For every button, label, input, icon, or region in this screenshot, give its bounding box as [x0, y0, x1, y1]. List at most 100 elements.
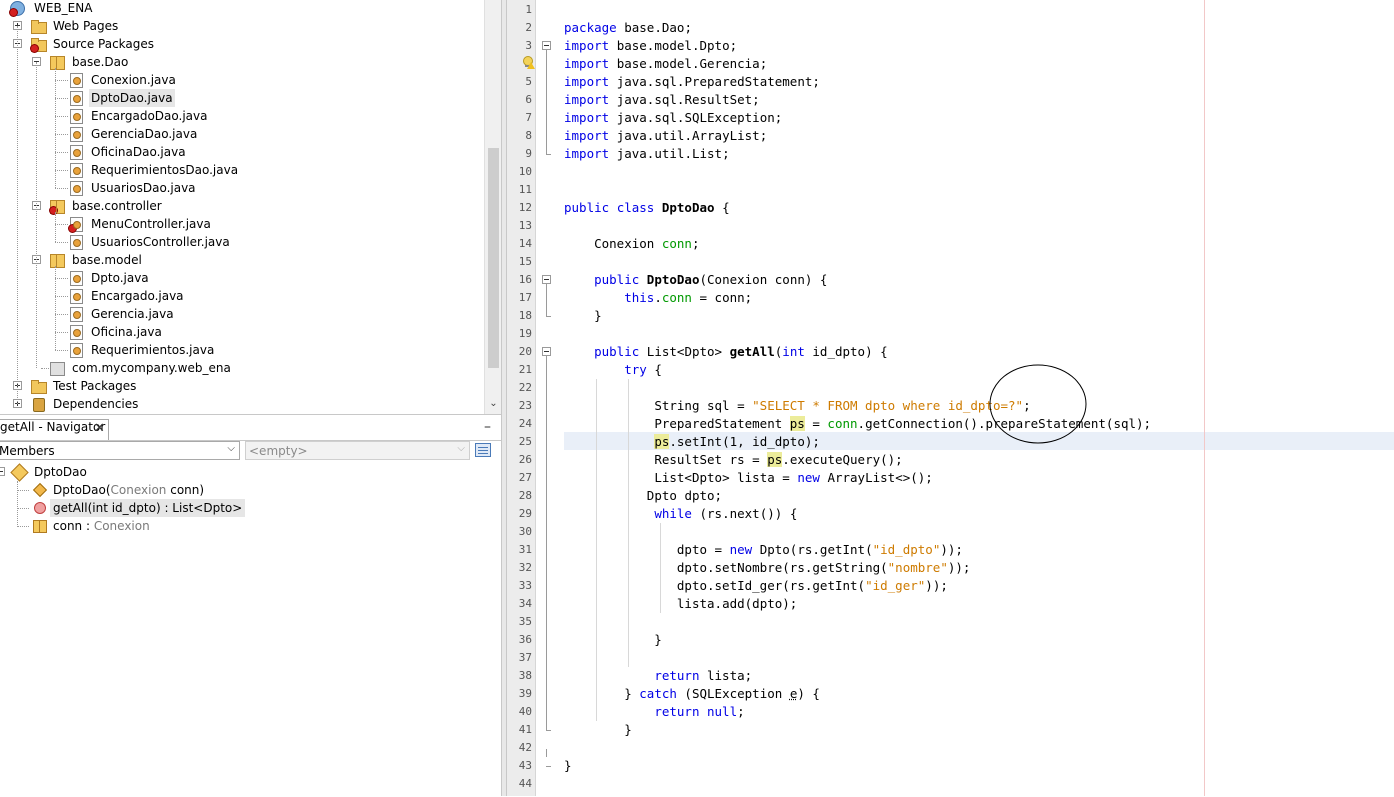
line-number: 28 — [518, 489, 532, 502]
tree-item-file[interactable]: OficinaDao.java — [0, 143, 484, 161]
projects-scrollbar-thumb[interactable] — [488, 148, 499, 368]
code-line[interactable]: dpto.setId_ger(rs.getInt("id_ger")); — [564, 577, 948, 595]
code-line[interactable]: lista.add(dpto); — [564, 595, 797, 613]
tree-item-file[interactable]: EncargadoDao.java — [0, 107, 484, 125]
tree-item-file[interactable]: UsuariosDao.java — [0, 179, 484, 197]
fold-toggle-icon[interactable] — [542, 347, 551, 356]
scroll-down-arrow-icon[interactable]: ⌄ — [488, 398, 499, 409]
code-line[interactable]: import java.util.ArrayList; — [564, 127, 767, 145]
code-editor[interactable]: 1 2 3 4 5 6 7 8 9 10 11 12 13 14 15 16 17 18 19 20 21 22 23 24 2… — [507, 0, 1394, 796]
code-line[interactable]: dpto = new Dpto(rs.getInt("id_dpto")); — [564, 541, 963, 559]
tree-item-file[interactable]: Oficina.java — [0, 323, 484, 341]
navigator-member-label: conn : Conexion — [53, 517, 150, 535]
line-number: 22 — [518, 381, 532, 394]
code-line[interactable]: PreparedStatement ps = conn.getConnectio… — [564, 415, 1151, 433]
code-line[interactable]: ps.setInt(1, id_dpto); — [564, 433, 820, 451]
tree-item-web-pages[interactable]: Web Pages — [0, 17, 484, 35]
code-line[interactable]: this.conn = conn; — [564, 289, 752, 307]
tree-item-file[interactable]: DptoDao.java — [0, 89, 484, 107]
code-token: DptoDao — [646, 272, 700, 287]
line-number-gutter: 1 2 3 4 5 6 7 8 9 10 11 12 13 14 15 16 17 18 19 20 21 22 23 24 2… — [507, 0, 536, 796]
keyword-token: public — [564, 200, 610, 215]
java-file-icon — [68, 126, 84, 142]
code-token: id_dpto — [812, 344, 866, 359]
code-line[interactable]: ResultSet rs = ps.executeQuery(); — [564, 451, 903, 469]
code-line[interactable]: public class DptoDao { — [564, 199, 730, 217]
tree-item-file[interactable]: MenuController.java — [0, 215, 484, 233]
fold-end-marker — [546, 766, 551, 767]
code-token: . — [654, 20, 662, 35]
tree-item-package[interactable]: base.model — [0, 251, 484, 269]
code-line[interactable]: import java.sql.PreparedStatement; — [564, 73, 820, 91]
code-line[interactable]: public DptoDao(Conexion conn) { — [564, 271, 827, 289]
code-line[interactable]: while (rs.next()) { — [564, 505, 797, 523]
code-line[interactable]: import base.model.Gerencia; — [564, 55, 767, 73]
tree-item-file[interactable]: GerenciaDao.java — [0, 125, 484, 143]
code-token: setNombre — [714, 560, 783, 575]
tree-item-package[interactable]: com.mycompany.web_ena — [0, 359, 484, 377]
navigator-settings-icon[interactable] — [475, 443, 491, 457]
tree-item-file[interactable]: Encargado.java — [0, 287, 484, 305]
code-token: sql — [654, 110, 677, 125]
tree-item-dependencies[interactable]: Dependencies — [0, 395, 484, 413]
java-file-icon — [68, 306, 84, 322]
tree-item-file[interactable]: RequerimientosDao.java — [0, 161, 484, 179]
minimize-icon[interactable]: – — [484, 419, 491, 435]
code-line[interactable]: import java.sql.ResultSet; — [564, 91, 760, 109]
fold-toggle-icon[interactable] — [542, 41, 551, 50]
code-line[interactable]: } — [564, 721, 632, 739]
code-token: } — [564, 722, 632, 737]
code-line[interactable]: String sql = "SELECT * FROM dpto where i… — [564, 397, 1030, 415]
code-token: ) { — [797, 686, 820, 701]
tree-item-source-packages[interactable]: Source Packages — [0, 35, 484, 53]
code-line[interactable]: } — [564, 757, 572, 775]
projects-scrollbar[interactable]: ⌄ — [484, 0, 502, 414]
code-line[interactable]: } — [564, 631, 662, 649]
code-line[interactable]: import java.sql.SQLException; — [564, 109, 782, 127]
member-type: Conexion — [110, 483, 167, 497]
java-file-icon — [68, 234, 84, 250]
tree-item-package[interactable]: base.Dao — [0, 53, 484, 71]
tree-item-test-packages[interactable]: Test Packages — [0, 377, 484, 395]
fold-toggle-icon[interactable] — [542, 275, 551, 284]
tree-item-file[interactable]: Requerimientos.java — [0, 341, 484, 359]
members-view-select[interactable]: Members ⌵ — [0, 441, 240, 460]
expand-toggle-icon[interactable] — [0, 467, 5, 476]
fold-end-marker — [546, 154, 551, 155]
tree-item-project[interactable]: WEB_ENA — [0, 0, 484, 17]
code-token: ; — [729, 38, 738, 53]
tree-item-file[interactable]: Gerencia.java — [0, 305, 484, 323]
tree-guide-line — [55, 278, 68, 279]
code-line[interactable]: try { — [564, 361, 662, 379]
code-token: getConnection — [865, 416, 963, 431]
code-line[interactable]: Conexion conn; — [564, 235, 700, 253]
code-token: = — [774, 470, 798, 485]
line-number: 37 — [518, 651, 532, 664]
code-line[interactable]: dpto.setNombre(rs.getString("nombre")); — [564, 559, 971, 577]
code-line[interactable]: import base.model.Dpto; — [564, 37, 737, 55]
tree-item-file[interactable]: UsuariosController.java — [0, 233, 484, 251]
tree-item-file[interactable]: Dpto.java — [0, 269, 484, 287]
tree-item-label: UsuariosController.java — [91, 235, 230, 249]
code-line[interactable]: return lista; — [564, 667, 752, 685]
code-line[interactable]: List<Dpto> lista = new ArrayList<>(); — [564, 469, 933, 487]
code-line[interactable]: import java.util.List; — [564, 145, 730, 163]
code-token: PreparedStatement — [654, 416, 783, 431]
code-line[interactable]: return null; — [564, 703, 744, 721]
fold-margin[interactable] — [536, 0, 556, 796]
tree-item-file[interactable]: Conexion.java — [0, 71, 484, 89]
filter-select[interactable]: <empty> ⌵ — [245, 441, 470, 460]
code-token: ; — [691, 236, 700, 251]
navigator-tab[interactable]: getAll - Navigator ✕ — [0, 419, 109, 440]
fold-guide-line — [546, 749, 547, 757]
code-line[interactable]: public List<Dpto> getAll(int id_dpto) { — [564, 343, 888, 361]
code-line[interactable]: } catch (SQLException e) { — [564, 685, 820, 703]
close-icon[interactable]: ✕ — [94, 421, 105, 436]
code-line[interactable]: Dpto dpto; — [564, 487, 722, 505]
code-line[interactable]: package base.Dao; — [564, 19, 692, 37]
code-token: executeQuery — [789, 452, 881, 467]
code-line[interactable]: } — [564, 307, 602, 325]
tree-item-package[interactable]: base.controller — [0, 197, 484, 215]
